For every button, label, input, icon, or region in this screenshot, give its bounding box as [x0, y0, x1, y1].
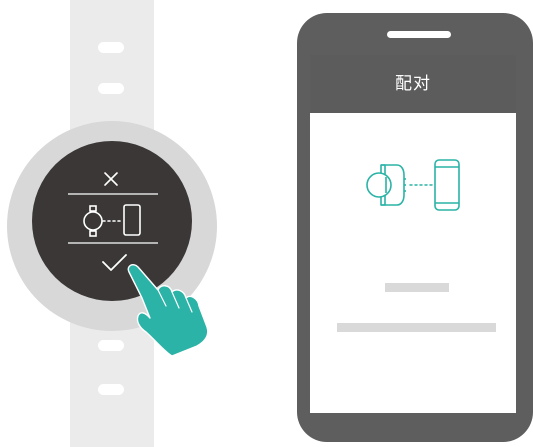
pairing-illustration: 配对: [0, 0, 533, 447]
strap-hole: [98, 83, 124, 94]
watch-phone-pair-icon: [366, 159, 460, 211]
phone-speaker: [387, 31, 451, 38]
phone: 配对: [297, 13, 533, 442]
page-title: 配对: [395, 74, 431, 94]
strap-hole: [98, 384, 124, 395]
phone-screen: 配对: [310, 55, 516, 413]
app-bar: 配对: [310, 55, 516, 113]
strap-hole: [98, 42, 124, 53]
strap-hole: [98, 340, 124, 351]
placeholder-text-line: [337, 323, 496, 332]
placeholder-text-line: [385, 283, 449, 292]
watch-face: [32, 141, 192, 301]
